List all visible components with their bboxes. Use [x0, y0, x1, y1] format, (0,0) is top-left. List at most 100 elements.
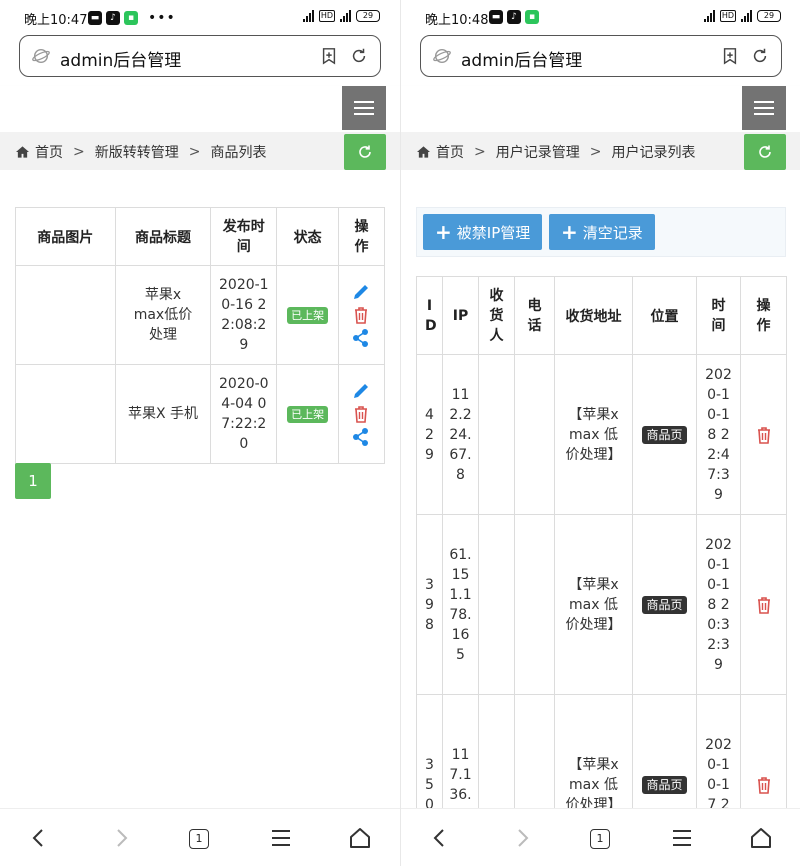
bookmark-add-icon[interactable] [320, 47, 338, 65]
col-header-ip: IP [442, 276, 479, 355]
table-row: 苹果x max低价处理 2020-10-16 22:08:29 已上架 [15, 265, 386, 365]
col-header-ops: 操作 [337, 207, 386, 266]
forward-icon[interactable] [509, 825, 535, 851]
menu-button[interactable] [342, 86, 386, 130]
back-icon[interactable] [26, 825, 52, 851]
status-badge: 已上架 [287, 306, 329, 324]
publish-time: 2020-10-16 22:08:29 [210, 265, 278, 365]
delete-trash-icon[interactable] [351, 404, 371, 424]
page-header [401, 86, 800, 132]
breadcrumb: 首页 > 用户记录管理 > 用户记录列表 [401, 132, 800, 170]
refresh-button[interactable] [344, 134, 386, 170]
page-title: admin后台管理 [461, 51, 583, 71]
refresh-icon [759, 145, 771, 158]
status-time: 晚上10:48 [425, 13, 489, 28]
product-title: 苹果x max低价处理 [114, 265, 212, 365]
status-badge: 已上架 [287, 405, 329, 423]
user-records-table: ID IP 收货人 电话 收货地址 位置 时间 操作 429 112.224.6… [416, 276, 787, 866]
col-header-position: 位置 [632, 276, 697, 355]
record-ip: 112.224.67.8 [442, 354, 479, 515]
breadcrumb: 首页 > 新版转转管理 > 商品列表 [0, 132, 400, 170]
table-row: 398 61.151.178.165 【苹果x max 低价处理】 商品页 20… [416, 514, 787, 695]
menu-lines-icon[interactable] [268, 825, 294, 851]
record-name [478, 354, 515, 515]
delete-trash-icon[interactable] [754, 595, 774, 615]
message-app-icon: ▬ [489, 10, 503, 24]
breadcrumb-current: 用户记录列表 [611, 145, 696, 161]
publish-time: 2020-04-04 07:22:20 [210, 364, 278, 464]
breadcrumb-home[interactable]: 首页 [436, 142, 464, 162]
address-bar[interactable]: admin后台管理 [420, 35, 782, 77]
signal-4g-icon [741, 10, 752, 22]
product-table: 商品图片 商品标题 发布时间 状态 操作 苹果x max低价处理 2020-10… [15, 207, 386, 464]
table-row: 429 112.224.67.8 【苹果x max 低价处理】 商品页 2020… [416, 354, 787, 515]
delete-trash-icon[interactable] [351, 305, 371, 325]
more-dots-icon: ••• [148, 10, 176, 26]
plus-icon: + [561, 220, 578, 244]
reload-icon[interactable] [751, 47, 769, 65]
record-address: 【苹果x max 低价处理】 [554, 354, 633, 515]
phone-screen-product-list: 晚上10:47 ▬ ♪ ▪ ••• HD 29 admin后台管理 首页 > 新… [0, 0, 400, 866]
message-app-icon: ▬ [88, 11, 102, 25]
record-time: 2020-10-18 20:32:39 [696, 514, 741, 695]
col-header-phone: 电话 [514, 276, 555, 355]
record-phone [514, 514, 555, 695]
table-header-row: 商品图片 商品标题 发布时间 状态 操作 [15, 207, 386, 266]
col-header-time: 时间 [696, 276, 741, 355]
tab-count-button[interactable]: 1 [189, 829, 209, 849]
record-address: 【苹果x max 低价处理】 [554, 514, 633, 695]
edit-pencil-icon[interactable] [351, 381, 371, 401]
col-header-image: 商品图片 [15, 207, 116, 266]
position-badge: 商品页 [642, 425, 687, 444]
col-header-title: 商品标题 [114, 207, 212, 266]
record-time: 2020-10-18 22:47:39 [696, 354, 741, 515]
hamburger-icon [354, 101, 374, 103]
col-header-ops: 操作 [740, 276, 787, 355]
tiktok-app-icon: ♪ [106, 11, 120, 25]
menu-lines-icon[interactable] [669, 825, 695, 851]
col-header-address: 收货地址 [554, 276, 633, 355]
breadcrumb-section[interactable]: 新版转转管理 [95, 142, 179, 162]
breadcrumb-home[interactable]: 首页 [35, 142, 63, 162]
signal-icon [302, 10, 314, 22]
position-badge: 商品页 [642, 595, 687, 614]
table-row: 苹果X 手机 2020-04-04 07:22:20 已上架 [15, 364, 386, 464]
signal-icon [703, 10, 715, 22]
reload-icon[interactable] [350, 47, 368, 65]
record-ip: 61.151.178.165 [442, 514, 479, 695]
breadcrumb-current: 商品列表 [210, 145, 267, 161]
hd-icon: HD [318, 10, 335, 22]
phone-screen-user-records: 晚上10:48 ▬ ♪ ▪ HD 29 admin后台管理 首页 > 用户记录管… [400, 0, 800, 866]
battery-icon: 29 [757, 10, 781, 22]
edit-pencil-icon[interactable] [351, 282, 371, 302]
menu-button[interactable] [742, 86, 786, 130]
forward-icon[interactable] [108, 825, 134, 851]
tiktok-app-icon: ♪ [507, 10, 521, 24]
browser-bottom-nav: 1 [0, 808, 400, 866]
status-bar: 晚上10:47 ▬ ♪ ▪ ••• HD 29 [0, 0, 400, 34]
home-nav-icon[interactable] [748, 825, 774, 851]
back-icon[interactable] [427, 825, 453, 851]
refresh-icon [359, 145, 371, 158]
product-title: 苹果X 手机 [114, 364, 212, 464]
col-header-name: 收货人 [478, 276, 515, 355]
delete-trash-icon[interactable] [754, 775, 774, 795]
col-header-status: 状态 [276, 207, 339, 266]
home-nav-icon[interactable] [347, 825, 373, 851]
page-title: admin后台管理 [60, 51, 182, 71]
refresh-button[interactable] [744, 134, 786, 170]
clear-records-button[interactable]: + 清空记录 [549, 214, 655, 250]
delete-trash-icon[interactable] [754, 425, 774, 445]
tab-count-button[interactable]: 1 [590, 829, 610, 849]
status-time: 晚上10:47 [24, 13, 88, 28]
address-bar[interactable]: admin后台管理 [19, 35, 381, 77]
share-icon[interactable] [351, 328, 371, 348]
share-icon[interactable] [351, 427, 371, 447]
action-toolbar: + 被禁IP管理 + 清空记录 [416, 207, 786, 257]
globe-icon [433, 48, 451, 64]
breadcrumb-section[interactable]: 用户记录管理 [496, 142, 580, 162]
bookmark-add-icon[interactable] [721, 47, 739, 65]
banned-ip-button[interactable]: + 被禁IP管理 [423, 214, 543, 250]
signal-4g-icon [340, 10, 351, 22]
pagination-page-1[interactable]: 1 [15, 463, 51, 499]
